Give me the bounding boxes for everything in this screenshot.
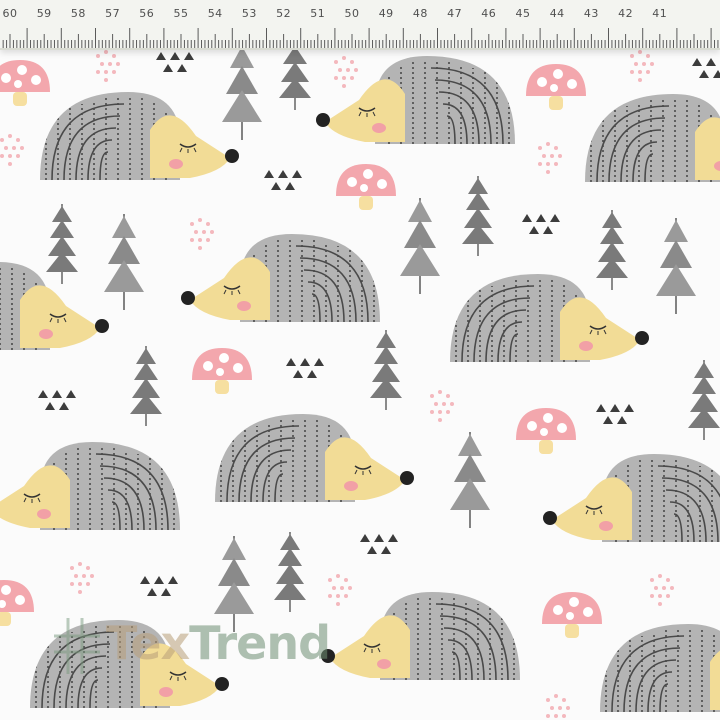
- watermark-logo-icon: [54, 618, 100, 674]
- ruler-label: 54: [207, 7, 223, 20]
- ruler-label: 45: [515, 7, 531, 20]
- ruler-label: 47: [447, 7, 463, 20]
- fabric-print: [0, 0, 720, 720]
- ruler-label: 49: [378, 7, 394, 20]
- measuring-tape: 60 59 58 57 56 55 54 53 52 51 50 49 48 47 46 45 44 43 42 41: [0, 0, 720, 50]
- ruler-label: 57: [105, 7, 121, 20]
- fabric-photo: 60 59 58 57 56 55 54 53 52 51 50 49 48 47 46 45 44 43 42 41…: [0, 0, 720, 720]
- ruler-label: 41: [652, 7, 668, 20]
- ruler-label: 60: [2, 7, 18, 20]
- ruler-label: 44: [549, 7, 565, 20]
- ruler-label: 48: [412, 7, 428, 20]
- ruler-label: 50: [344, 7, 360, 20]
- texttrend-watermark: TexTrend: [48, 614, 348, 678]
- watermark-text-part2: Trend: [189, 616, 331, 670]
- ruler-label: 42: [618, 7, 634, 20]
- ruler-label: 46: [481, 7, 497, 20]
- ruler-label: 51: [310, 7, 326, 20]
- ruler-label: 59: [36, 7, 52, 20]
- ruler-label: 55: [173, 7, 189, 20]
- ruler-label: 58: [70, 7, 86, 20]
- watermark-text: TexTrend: [106, 616, 331, 670]
- watermark-text-part1: Tex: [106, 616, 190, 670]
- ruler-label: 56: [139, 7, 155, 20]
- ruler-label: 43: [583, 7, 599, 20]
- ruler-label: 52: [276, 7, 292, 20]
- ruler-label: 53: [241, 7, 257, 20]
